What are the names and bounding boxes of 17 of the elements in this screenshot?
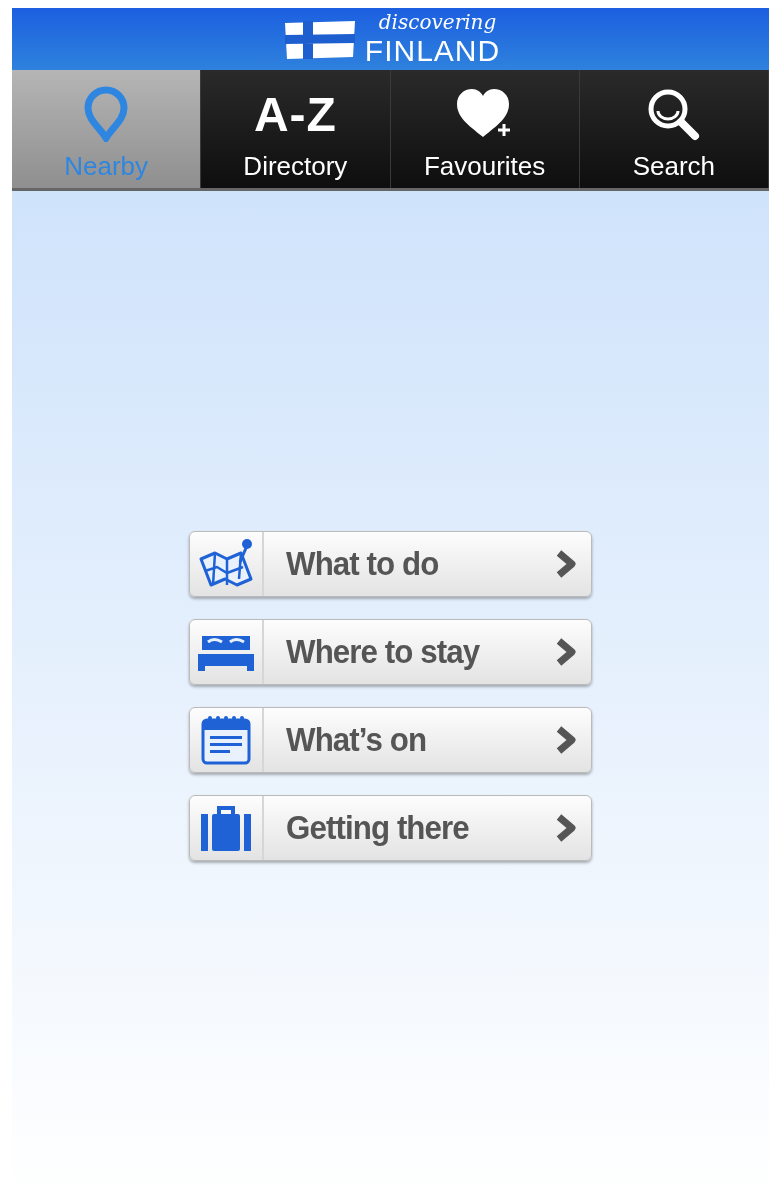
menu-button[interactable]: Getting there [189, 794, 592, 861]
tab[interactable]: A-Z Directory [201, 70, 391, 188]
az-glyph: A-Z [253, 86, 337, 142]
chevron-right-icon [555, 724, 577, 755]
menu-button[interactable]: What’s on [189, 706, 592, 773]
chevron-right-icon [555, 812, 577, 843]
logo-title: FINLAND [364, 34, 501, 68]
tab[interactable]: Search [579, 70, 769, 188]
chevron-right-icon [555, 548, 577, 579]
logo-tagline: discovering [378, 10, 498, 34]
tab[interactable]: Favourites [390, 70, 580, 188]
menu-button[interactable]: Where to stay [189, 618, 592, 685]
suitcase-icon [199, 803, 253, 852]
menu-button[interactable]: What to do [189, 530, 592, 597]
chevron-right-icon [555, 636, 577, 667]
calendar-icon [200, 713, 252, 766]
pin-icon [84, 86, 129, 142]
